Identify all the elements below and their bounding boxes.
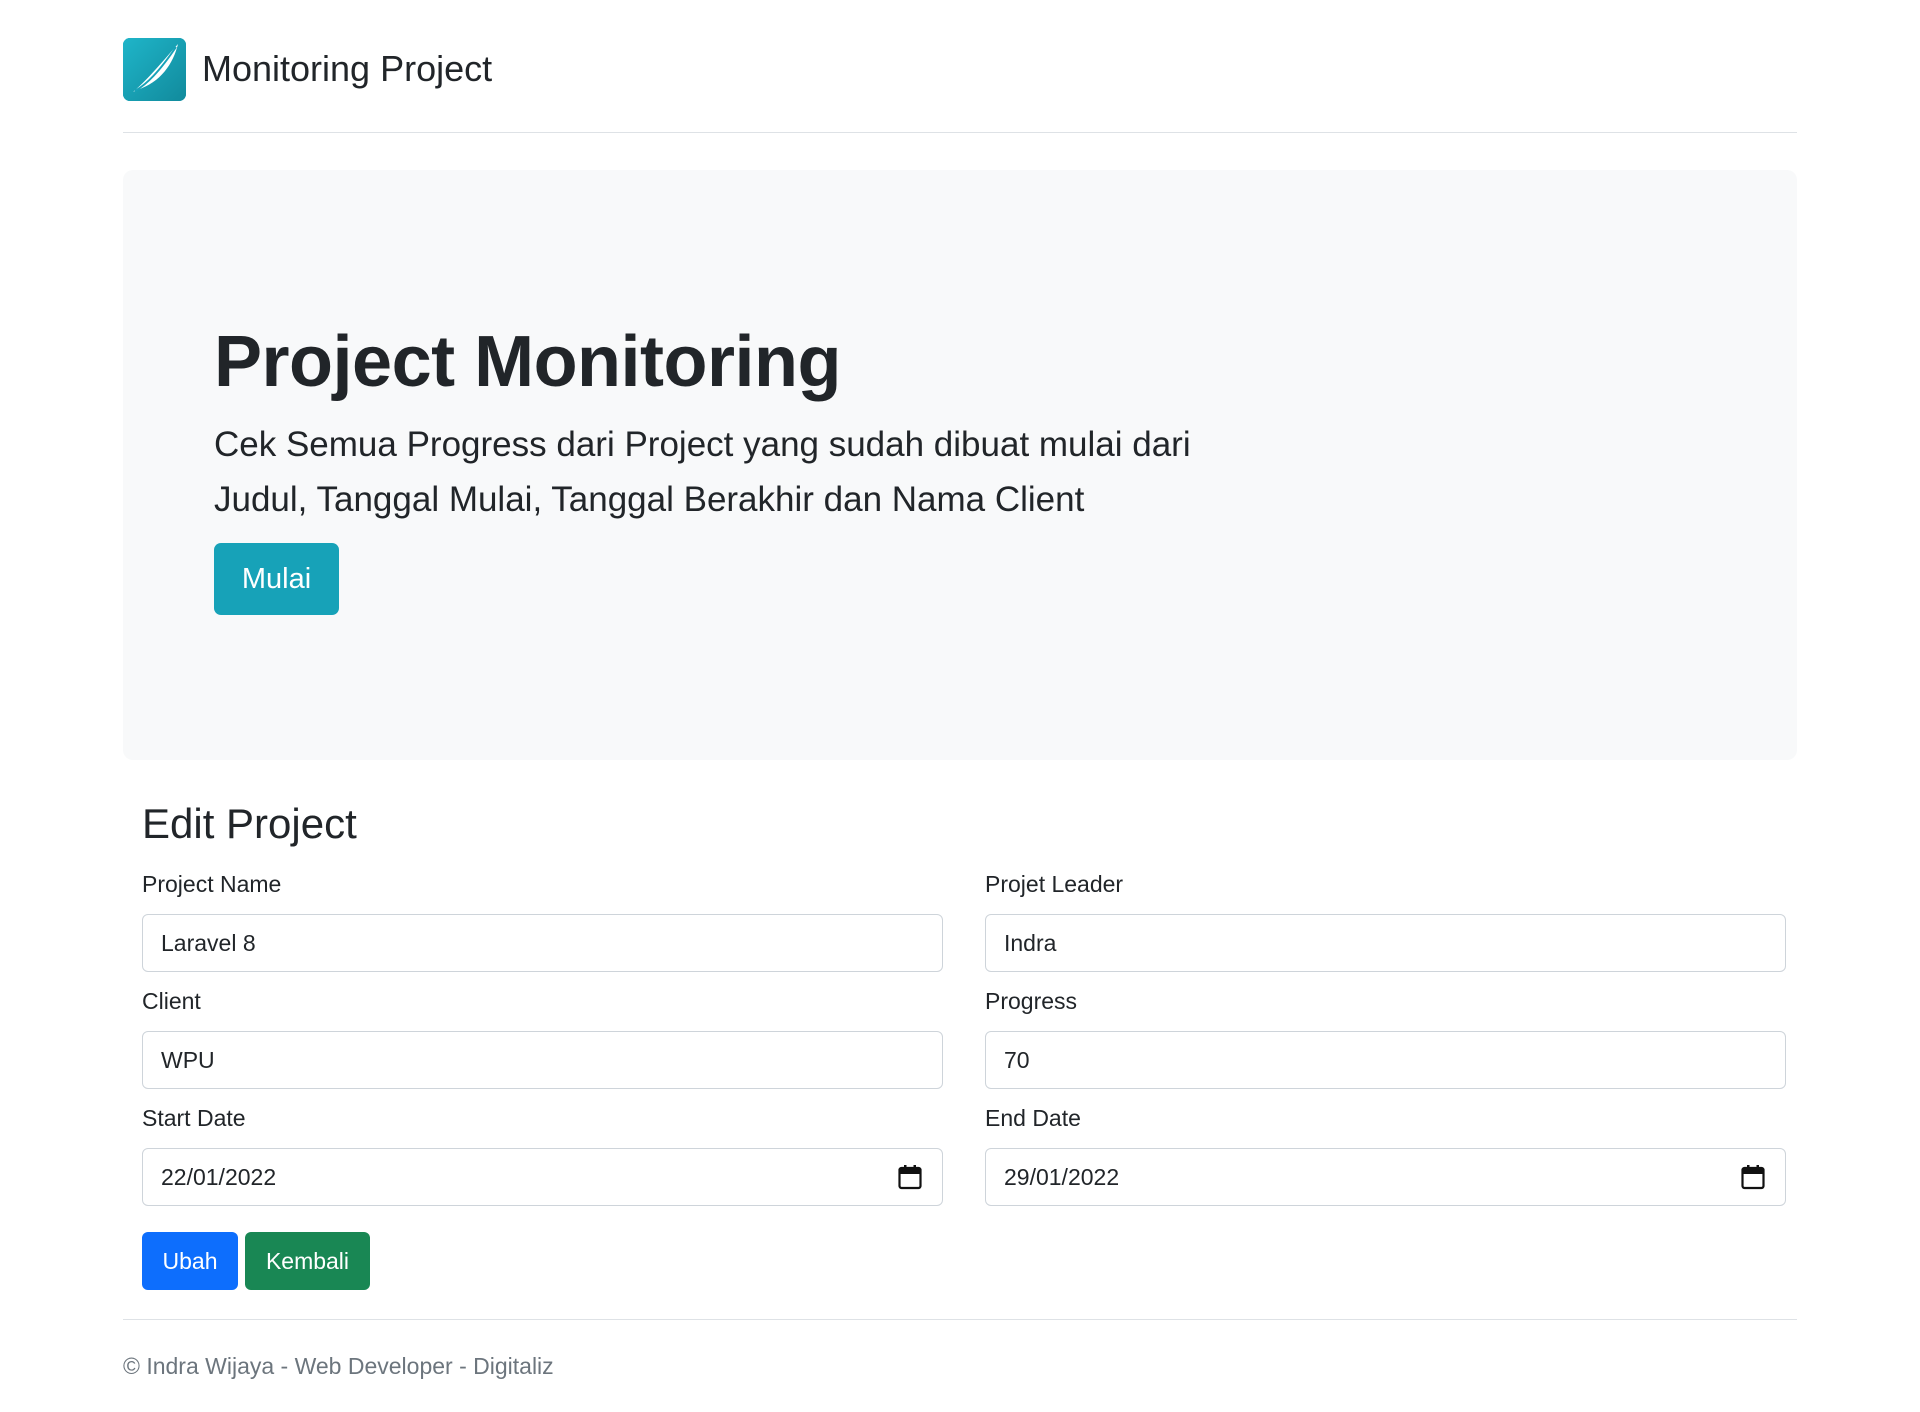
footer-text: © Indra Wijaya - Web Developer - Digital… xyxy=(123,1353,554,1379)
hero-title: Project Monitoring xyxy=(214,322,841,402)
hero-lead-line2: Judul, Tanggal Mulai, Tanggal Berakhir d… xyxy=(214,480,1085,519)
calendar-icon[interactable] xyxy=(896,1163,924,1191)
hero-lead-line1: Cek Semua Progress dari Project yang sud… xyxy=(214,425,1191,464)
mulai-button[interactable]: Mulai xyxy=(214,543,339,615)
feather-logo-icon[interactable] xyxy=(123,37,186,101)
start-date-value: 22/01/2022 xyxy=(161,1163,277,1190)
hero-lead: Cek Semua Progress dari Project yang sud… xyxy=(214,417,1234,527)
project-leader-input[interactable] xyxy=(985,914,1786,972)
site-header: Monitoring Project xyxy=(123,0,1797,133)
ubah-button[interactable]: Ubah xyxy=(142,1232,238,1290)
progress-label: Progress xyxy=(985,988,1078,1014)
form-title: Edit Project xyxy=(142,800,357,847)
calendar-icon[interactable] xyxy=(1739,1163,1767,1191)
footer-divider xyxy=(123,1319,1797,1320)
end-date-input[interactable]: 29/01/2022 xyxy=(985,1148,1786,1206)
client-label: Client xyxy=(142,988,201,1014)
kembali-button[interactable]: Kembali xyxy=(245,1232,370,1290)
project-name-input[interactable] xyxy=(142,914,943,972)
end-date-value: 29/01/2022 xyxy=(1004,1163,1120,1190)
brand-title[interactable]: Monitoring Project xyxy=(202,48,492,90)
project-name-label: Project Name xyxy=(142,871,282,897)
progress-input[interactable] xyxy=(985,1031,1786,1089)
start-date-label: Start Date xyxy=(142,1105,246,1131)
start-date-input[interactable]: 22/01/2022 xyxy=(142,1148,943,1206)
end-date-label: End Date xyxy=(985,1105,1081,1131)
project-leader-label: Projet Leader xyxy=(985,871,1124,897)
client-input[interactable] xyxy=(142,1031,943,1089)
